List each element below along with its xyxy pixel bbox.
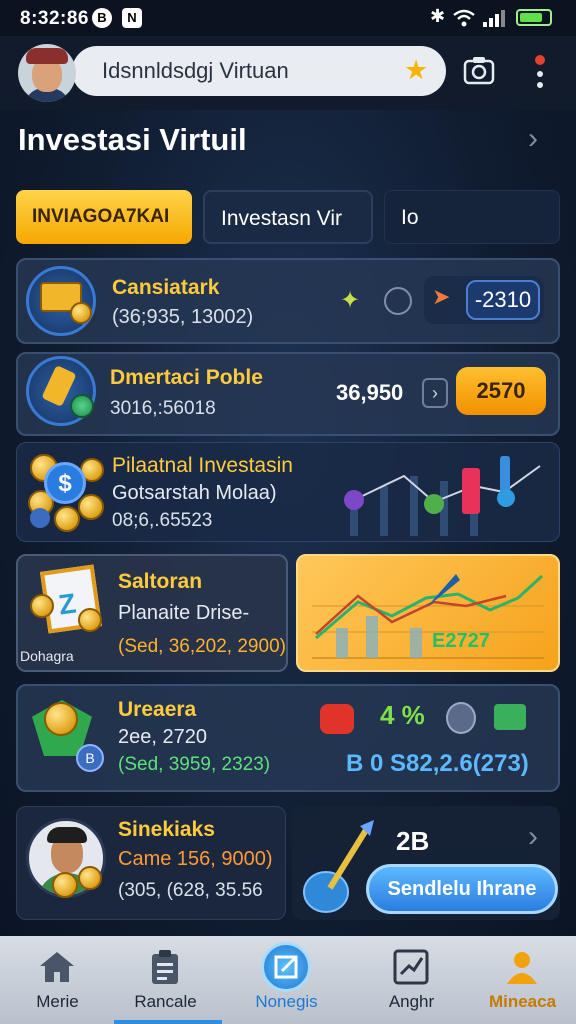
chart-card-value: E2727 bbox=[432, 630, 490, 652]
signal-icon bbox=[483, 10, 505, 27]
leaf-icon: ✦ bbox=[340, 287, 361, 314]
coin-icon bbox=[52, 872, 78, 898]
wifi-icon bbox=[453, 9, 475, 27]
card-4-subtitle: Planaite Drise- bbox=[118, 602, 250, 624]
search-text[interactable]: Idsnnldsdgj Virtuan bbox=[102, 58, 289, 84]
coin-icon bbox=[78, 494, 104, 520]
status-bar: 8:32:86 B N ✱ bbox=[0, 0, 576, 36]
page-title: Investasi Virtuil bbox=[18, 122, 247, 157]
card-6-subtitle: 2ee, 2720 bbox=[118, 726, 207, 748]
dollar-icon: $ bbox=[44, 462, 86, 504]
nav-item-nonegis[interactable]: Nonegis bbox=[229, 940, 344, 1024]
chevron-right-icon[interactable]: › bbox=[528, 122, 538, 156]
chart-icon bbox=[393, 949, 429, 985]
nav-label: Mineaca bbox=[488, 992, 557, 1011]
small-badge-icon bbox=[30, 508, 50, 528]
bluetooth-icon: ✱ bbox=[430, 6, 446, 26]
card-6-value: (Sed, 3959, 2323) bbox=[118, 754, 271, 775]
card-4-value: (Sed, 36,202, 2900) bbox=[118, 636, 286, 657]
card-7-count: 2B bbox=[396, 826, 430, 856]
clipboard-icon bbox=[152, 950, 178, 984]
pin-icon[interactable]: ➤ bbox=[432, 284, 450, 310]
card-3-value: 08;6,.65523 bbox=[112, 510, 213, 531]
card-7-subtitle: Came 156, 9000) bbox=[118, 848, 273, 870]
card-1-value-pill[interactable]: -2310 bbox=[466, 280, 540, 320]
card-6-title: Ureaera bbox=[118, 698, 197, 721]
coin-icon bbox=[78, 866, 102, 890]
card-1-value: (36;935, 13002) bbox=[112, 306, 254, 328]
card-6-amount: B 0 S82,2.6(273) bbox=[346, 750, 529, 777]
card-6-percent: 4 % bbox=[380, 700, 425, 730]
tab-investasi[interactable]: Investasn Vir bbox=[203, 190, 373, 244]
growth-chart-icon bbox=[344, 456, 541, 536]
notification-icon: B bbox=[92, 8, 112, 28]
card-3-title: Pilaatnal Investasin bbox=[112, 454, 293, 477]
card-4-badge: Dohagra bbox=[20, 648, 74, 664]
card-2-action-button[interactable]: 2570 bbox=[456, 367, 546, 415]
star-icon[interactable]: ★ bbox=[404, 55, 428, 86]
nav-label: Merie bbox=[36, 992, 79, 1011]
user-icon bbox=[507, 952, 537, 984]
coin-icon bbox=[44, 702, 78, 736]
nav-item-mineaca[interactable]: Mineaca bbox=[465, 940, 576, 1024]
card-3-subtitle: Gotsarstah Molaa) bbox=[112, 482, 277, 504]
profile-avatar[interactable] bbox=[18, 44, 76, 102]
card-2-value: 3016,:56018 bbox=[110, 398, 216, 419]
camera-icon[interactable] bbox=[463, 54, 495, 86]
home-icon bbox=[40, 952, 74, 982]
trend-chart-icon bbox=[312, 574, 544, 659]
coin-badge-icon[interactable] bbox=[446, 702, 476, 734]
dollar-coin-icon bbox=[70, 394, 94, 418]
coin-icon bbox=[78, 608, 102, 632]
card-2-title: Dmertaci Poble bbox=[110, 366, 263, 389]
card-7-action-button[interactable]: Sendlelu Ihrane bbox=[366, 864, 558, 914]
chevron-right-icon[interactable]: › bbox=[528, 820, 538, 854]
nav-label: Anghr bbox=[388, 992, 435, 1011]
chevron-right-icon[interactable]: › bbox=[422, 378, 448, 408]
app-notification-icon: N bbox=[122, 8, 142, 28]
card-4-title: Saltoran bbox=[118, 570, 203, 593]
active-indicator bbox=[114, 1020, 222, 1024]
tab-other[interactable]: Io bbox=[384, 190, 560, 244]
card-7-value: (305, (628, 35.56 bbox=[118, 880, 263, 901]
status-time: 8:32:86 bbox=[20, 8, 89, 29]
coin-icon bbox=[54, 506, 80, 532]
nav-label: Nonegis bbox=[255, 992, 318, 1011]
coin-icon bbox=[30, 594, 54, 618]
tab-active[interactable]: INVIAGOA7KAI bbox=[16, 190, 192, 244]
more-vertical-icon[interactable] bbox=[533, 52, 547, 92]
wallet-icon[interactable] bbox=[494, 704, 526, 730]
card-2-amount: 36,950 bbox=[336, 380, 404, 405]
card-1-title: Cansiatark bbox=[112, 276, 220, 299]
battery-icon bbox=[516, 9, 552, 26]
nav-label: Rancale bbox=[134, 992, 197, 1011]
edit-icon bbox=[261, 942, 311, 992]
nav-item-home[interactable]: Merie bbox=[0, 940, 115, 1024]
target-icon[interactable] bbox=[384, 287, 412, 315]
card-7-title: Sinekiaks bbox=[118, 818, 215, 841]
nav-item-rancale[interactable]: Rancale bbox=[108, 940, 223, 1024]
gift-icon[interactable] bbox=[320, 704, 354, 734]
coin-icon bbox=[70, 302, 92, 324]
nav-item-anghr[interactable]: Anghr bbox=[354, 940, 469, 1024]
badge-icon: B bbox=[76, 744, 104, 772]
